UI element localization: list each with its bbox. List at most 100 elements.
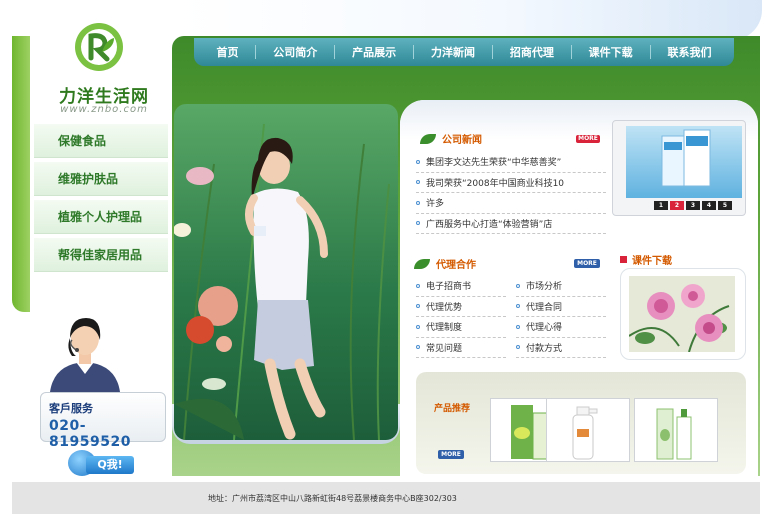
- qq-chat-label: Q我!: [86, 456, 134, 474]
- nav-divider: [255, 45, 257, 59]
- top-decoration: [180, 0, 762, 40]
- company-news-more-button[interactable]: MORE: [576, 135, 600, 143]
- nav-divider: [570, 45, 572, 59]
- page: 力洋生活网 www.znbo.com 保健食品 维雅护肤品 植雅个人护理品 帮得…: [0, 0, 770, 527]
- agency-link[interactable]: 代理优势: [416, 297, 506, 317]
- nav-news[interactable]: 力洋新闻: [431, 44, 475, 60]
- service-agent-avatar: [50, 318, 120, 392]
- main-nav: 首页 公司简介 产品展示 力洋新闻 招商代理 课件下载 联系我们: [194, 38, 734, 66]
- bullet-icon: [416, 304, 420, 309]
- news-item[interactable]: 许多: [416, 193, 606, 214]
- left-green-stripe: [12, 36, 30, 312]
- logo-url: www.znbo.com: [60, 104, 148, 115]
- qq-chat-button[interactable]: Q我!: [68, 450, 134, 476]
- recommended-products-label: 产品推荐: [433, 404, 470, 414]
- pager-page-5[interactable]: 5: [718, 201, 732, 210]
- nav-divider: [649, 45, 651, 59]
- company-news-title: 公司新闻: [420, 131, 482, 146]
- agency-link[interactable]: 市场分析: [516, 276, 606, 297]
- bullet-icon: [516, 324, 520, 329]
- agency-title: 代理合作: [414, 256, 476, 271]
- agency-link-text: 电子招商书: [426, 282, 472, 293]
- bullet-icon: [416, 283, 420, 288]
- agency-link-text: 代理心得: [526, 323, 563, 334]
- nav-contact[interactable]: 联系我们: [668, 44, 712, 60]
- service-info-box: 客戶服务 020-81959520: [40, 392, 166, 450]
- agency-link[interactable]: 代理心得: [516, 317, 606, 338]
- company-news-list: 集团李文达先生荣获“中华慈善奖” 我司荣获“2008年中国商业科技10 许多 广…: [416, 152, 606, 234]
- nav-divider: [413, 45, 415, 59]
- hero-banner: [174, 104, 398, 440]
- bullet-icon: [416, 200, 420, 205]
- news-item-text: 我司荣获“2008年中国商业科技10: [426, 178, 565, 189]
- nav-agency[interactable]: 招商代理: [510, 44, 554, 60]
- site-logo[interactable]: 力洋生活网 www.znbo.com: [59, 20, 160, 120]
- showcase-pager: 1 2 3 4 5: [652, 201, 732, 210]
- nav-about[interactable]: 公司简介: [273, 44, 317, 60]
- downloads-title[interactable]: 课件下载: [620, 252, 672, 267]
- nav-downloads[interactable]: 课件下载: [589, 44, 633, 60]
- logo-leaf-icon: [75, 23, 123, 71]
- footer: 地址：广州市荔湾区中山八路新虹街48号荔景楼商务中心B座302/303: [12, 482, 760, 514]
- product-spray-bottle-image: [572, 406, 598, 460]
- leaf-icon: [414, 258, 430, 269]
- agency-more-button[interactable]: MORE: [574, 259, 600, 268]
- agency-link-text: 代理制度: [426, 323, 463, 334]
- downloads-heading: 课件下载: [632, 256, 672, 267]
- agency-link[interactable]: 代理制度: [416, 317, 506, 338]
- bullet-icon: [416, 180, 420, 185]
- agency-link[interactable]: 付款方式: [516, 338, 606, 358]
- product-card[interactable]: [546, 398, 630, 462]
- products-more-button[interactable]: MORE: [438, 450, 464, 459]
- agency-link[interactable]: 代理合同: [516, 297, 606, 317]
- peony-image[interactable]: [628, 276, 735, 353]
- hero-runner-image: [174, 123, 390, 440]
- news-item-text: 集团李文达先生荣获“中华慈善奖”: [426, 158, 562, 169]
- agency-link-text: 代理合同: [526, 302, 563, 313]
- customer-service: 客戶服务 020-81959520: [36, 312, 168, 450]
- product-card[interactable]: [634, 398, 718, 462]
- red-square-icon: [620, 256, 627, 263]
- bullet-icon: [416, 324, 420, 329]
- company-news-heading: 公司新闻: [442, 135, 482, 146]
- agency-link-text: 市场分析: [526, 282, 563, 293]
- sidebar-item-skincare[interactable]: 维雅护肤品: [34, 162, 168, 196]
- leaf-icon: [420, 133, 436, 144]
- bullet-icon: [516, 304, 520, 309]
- showcase-product-image[interactable]: [626, 126, 742, 198]
- agency-link-text: 付款方式: [526, 343, 563, 354]
- news-item[interactable]: 集团李文达先生荣获“中华慈善奖”: [416, 152, 606, 173]
- agency-link-text: 常见问题: [426, 343, 463, 354]
- sidebar-item-household[interactable]: 帮得佳家居用品: [34, 238, 168, 272]
- agency-link[interactable]: 电子招商书: [416, 276, 506, 297]
- bullet-icon: [416, 345, 420, 350]
- showcase-boxes-image: [661, 129, 711, 187]
- product-green-bottles-image: [656, 408, 692, 460]
- nav-products[interactable]: 产品展示: [352, 44, 396, 60]
- news-item[interactable]: 广西服务中心打造“体验营销”店: [416, 214, 606, 234]
- pager-page-2[interactable]: 2: [670, 201, 684, 210]
- service-label: 客戶服务: [49, 402, 93, 415]
- bullet-icon: [516, 283, 520, 288]
- pager-page-3[interactable]: 3: [686, 201, 700, 210]
- sidebar-item-health-food[interactable]: 保健食品: [34, 124, 168, 158]
- nav-divider: [334, 45, 336, 59]
- news-item-text: 许多: [426, 199, 445, 210]
- sidebar-item-personal-care[interactable]: 植雅个人护理品: [34, 200, 168, 234]
- sidebar-menu: 保健食品 维雅护肤品 植雅个人护理品 帮得佳家居用品: [34, 124, 168, 276]
- agency-links: 电子招商书 市场分析 代理优势 代理合同 代理制度 代理心得 常见问题 付款方式: [416, 276, 606, 358]
- agency-link-text: 代理优势: [426, 302, 463, 313]
- service-phone[interactable]: 020-81959520: [49, 418, 165, 450]
- bullet-icon: [416, 159, 420, 164]
- news-item-text: 广西服务中心打造“体验营销”店: [426, 219, 553, 230]
- pager-page-4[interactable]: 4: [702, 201, 716, 210]
- nav-divider: [491, 45, 493, 59]
- agency-link[interactable]: 常见问题: [416, 338, 506, 358]
- bullet-icon: [516, 345, 520, 350]
- pager-page-1[interactable]: 1: [654, 201, 668, 210]
- news-item[interactable]: 我司荣获“2008年中国商业科技10: [416, 173, 606, 193]
- footer-address: 地址：广州市荔湾区中山八路新虹街48号荔景楼商务中心B座302/303: [208, 493, 457, 503]
- nav-home[interactable]: 首页: [216, 44, 238, 60]
- bullet-icon: [416, 221, 420, 226]
- agency-heading: 代理合作: [436, 260, 476, 271]
